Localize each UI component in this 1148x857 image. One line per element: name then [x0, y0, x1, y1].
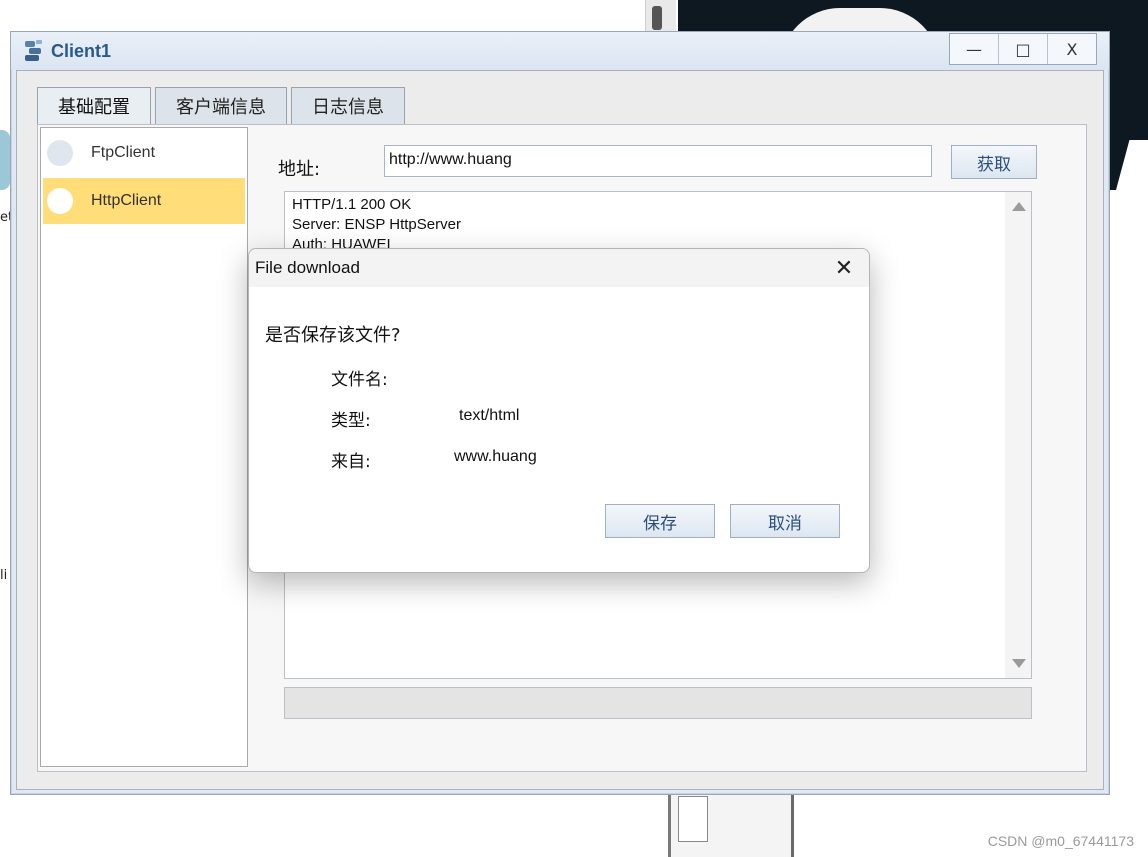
- tab-bar: 基础配置 客户端信息 日志信息: [37, 87, 405, 124]
- list-item-label: FtpClient: [91, 144, 156, 161]
- filename-label: 文件名:: [331, 370, 388, 390]
- window-controls: — □ X: [949, 33, 1097, 65]
- tab-client-info[interactable]: 客户端信息: [155, 87, 287, 124]
- response-scrollbar[interactable]: [1005, 192, 1031, 678]
- dialog-titlebar[interactable]: File download ✕: [249, 249, 869, 287]
- dialog-close-icon[interactable]: ✕: [827, 253, 861, 283]
- address-label: 地址:: [278, 159, 321, 180]
- minimize-button[interactable]: —: [950, 34, 998, 64]
- window-title: Client1: [51, 41, 112, 61]
- background-inner-box: [678, 796, 708, 842]
- maximize-button[interactable]: □: [998, 34, 1047, 64]
- tab-basic-config[interactable]: 基础配置: [37, 87, 151, 124]
- list-item-label: HttpClient: [91, 192, 162, 209]
- address-input[interactable]: http://www.huang: [384, 145, 932, 177]
- list-item-httpclient[interactable]: HttpClient: [43, 178, 245, 224]
- scroll-down-arrow-icon[interactable]: [1012, 659, 1026, 668]
- topology-device-label-2: li: [0, 568, 8, 583]
- type-label: 类型:: [331, 411, 371, 431]
- circle-icon: [47, 188, 73, 214]
- background-scroll-thumb[interactable]: [652, 6, 662, 30]
- response-line: Server: ENSP HttpServer: [292, 216, 461, 233]
- watermark-text: CSDN @m0_67441173: [987, 833, 1134, 849]
- circle-icon: [47, 140, 73, 166]
- from-label: 来自:: [331, 452, 371, 472]
- response-line: HTTP/1.1 200 OK: [292, 196, 412, 213]
- dialog-title: File download: [255, 258, 360, 277]
- client-app-icon: [25, 40, 42, 61]
- list-item-ftpclient[interactable]: FtpClient: [43, 130, 245, 176]
- dialog-question: 是否保存该文件?: [265, 325, 401, 346]
- type-value: text/html: [459, 407, 520, 424]
- from-value: www.huang: [454, 448, 537, 465]
- scroll-up-arrow-icon[interactable]: [1012, 202, 1026, 211]
- cancel-button[interactable]: 取消: [730, 504, 840, 538]
- topology-device-icon[interactable]: [0, 130, 10, 190]
- client-type-list: FtpClient HttpClient: [40, 127, 248, 767]
- fetch-button[interactable]: 获取: [951, 145, 1037, 179]
- file-download-dialog: File download ✕ 是否保存该文件? 文件名: 类型: text/h…: [248, 248, 870, 573]
- status-bar: [284, 687, 1032, 719]
- tab-log-info[interactable]: 日志信息: [291, 87, 405, 124]
- save-button[interactable]: 保存: [605, 504, 715, 538]
- close-button[interactable]: X: [1047, 34, 1096, 64]
- window-titlebar[interactable]: Client1 — □ X: [11, 32, 1109, 70]
